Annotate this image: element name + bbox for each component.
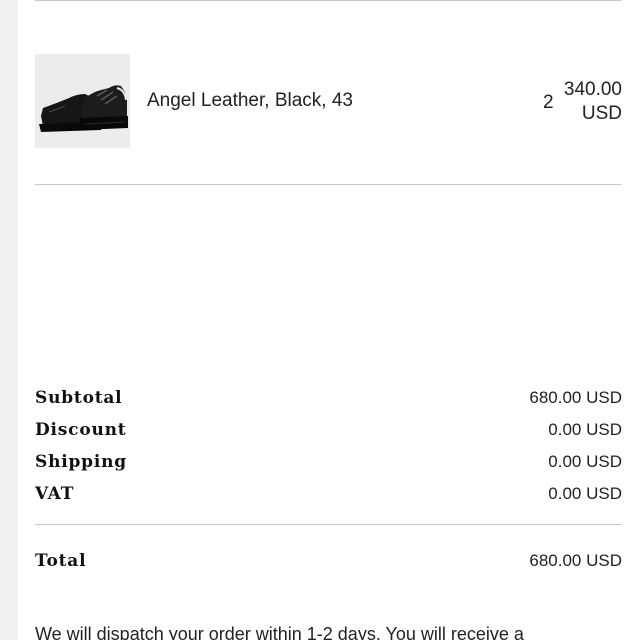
subtotal-value: 680.00 USD [529,388,622,407]
order-item-row: Angel Leather, Black, 43 2 340.00 USD [35,54,622,148]
summary-row-subtotal: Subtotal 680.00 USD [35,388,622,420]
product-name: Angel Leather, Black, 43 [147,90,353,111]
discount-label: Discount [35,420,127,440]
product-thumbnail[interactable] [35,54,130,148]
sneaker-image [39,85,128,132]
shipping-label: Shipping [35,452,127,472]
discount-value: 0.00 USD [548,420,622,439]
summary-row-vat: VAT 0.00 USD [35,484,622,516]
divider-items [35,184,622,185]
divider-top [35,0,622,1]
total-label: Total [35,551,87,571]
divider-total [35,524,622,525]
summary-row-shipping: Shipping 0.00 USD [35,452,622,484]
dispatch-notice: We will dispatch your order within 1-2 d… [35,624,524,640]
order-summary: Subtotal 680.00 USD Discount 0.00 USD Sh… [35,388,622,516]
subtotal-label: Subtotal [35,388,123,408]
summary-row-total: Total 680.00 USD [35,551,622,583]
summary-row-discount: Discount 0.00 USD [35,420,622,452]
vat-label: VAT [35,484,75,504]
order-total: Total 680.00 USD [35,551,622,583]
vat-value: 0.00 USD [548,484,622,503]
shipping-value: 0.00 USD [548,452,622,471]
product-price: 340.00 USD [552,78,622,126]
product-price-amount: 340.00 [563,79,622,100]
order-confirmation: Angel Leather, Black, 43 2 340.00 USD Su… [0,0,640,640]
total-value: 680.00 USD [529,551,622,570]
left-gutter [0,0,18,640]
product-price-currency: USD [581,103,622,124]
